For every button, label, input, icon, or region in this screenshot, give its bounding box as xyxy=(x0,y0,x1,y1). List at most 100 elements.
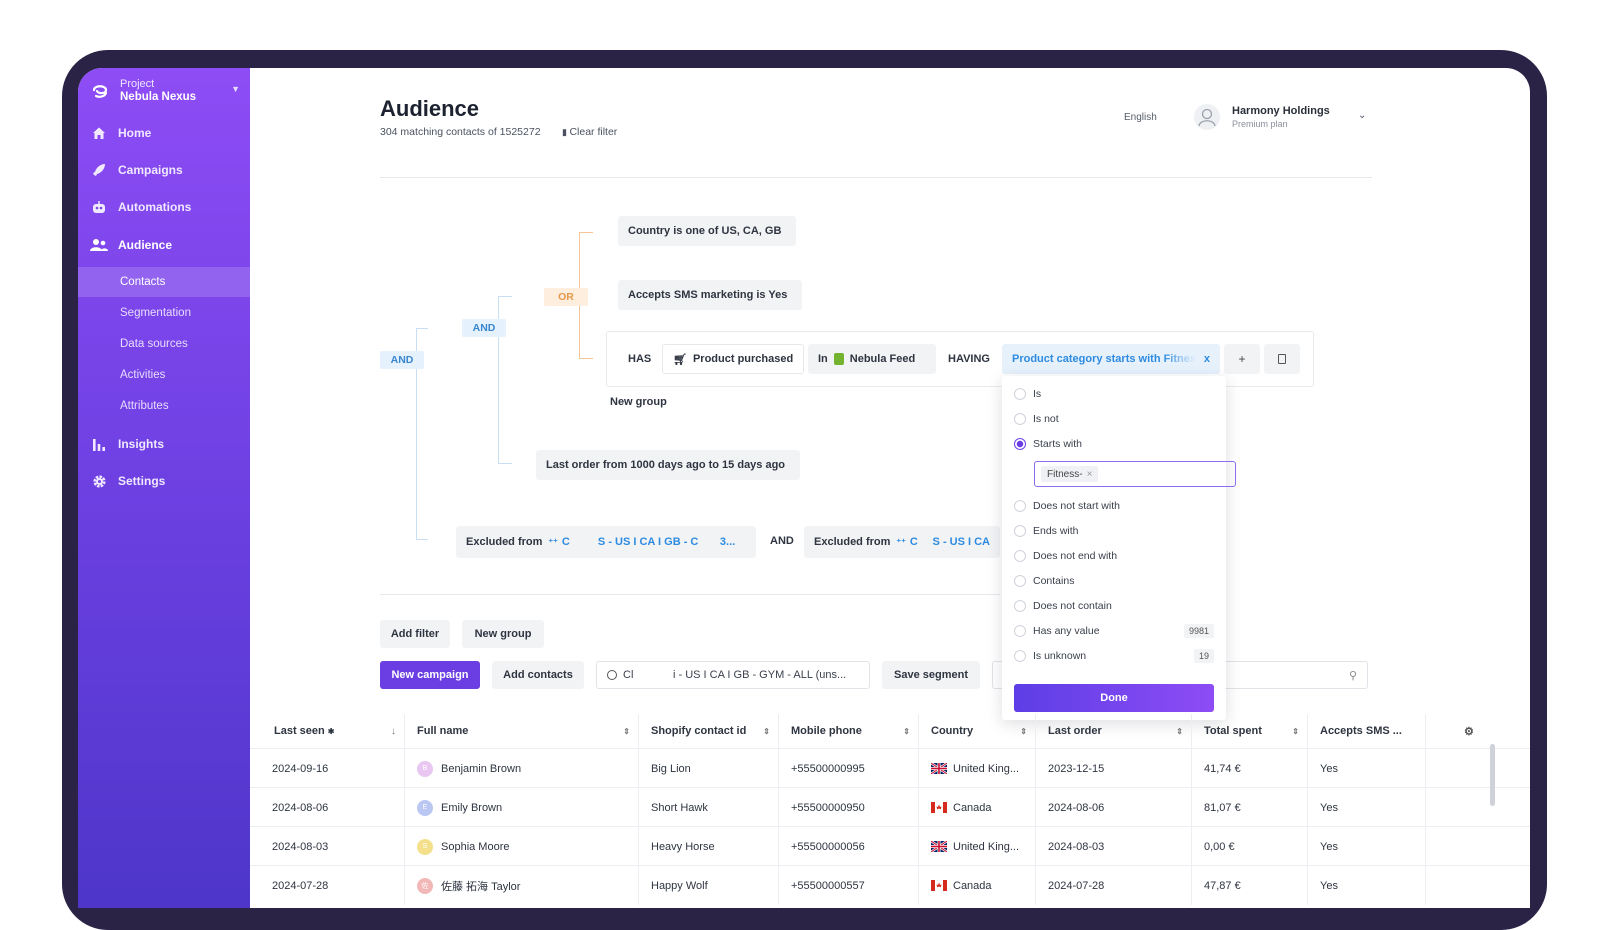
column-label: Accepts SMS ... xyxy=(1320,725,1402,737)
radio[interactable] xyxy=(1014,500,1026,512)
sort-icon[interactable]: ⇕ xyxy=(623,727,630,736)
sort-icon[interactable]: ⇕ xyxy=(1292,727,1299,736)
close-icon[interactable]: x xyxy=(1204,353,1210,365)
nav-item-settings[interactable]: Settings xyxy=(78,466,250,496)
contact-name[interactable]: Sophia Moore xyxy=(441,841,510,853)
option-has-any-value[interactable]: Has any value 9981 xyxy=(1014,621,1214,641)
column-header-shopify-id[interactable]: Shopify contact id ⇕ xyxy=(639,714,779,748)
language-selector[interactable]: English xyxy=(1124,112,1157,123)
sort-icon[interactable]: ⇕ xyxy=(1020,727,1027,736)
sort-icon[interactable]: ⇕ xyxy=(1176,727,1183,736)
table-cell-empty xyxy=(1426,788,1486,827)
radio[interactable] xyxy=(1014,525,1026,537)
new-group-button[interactable]: New group xyxy=(462,620,544,648)
chevron-down-icon[interactable]: ⌄ xyxy=(1358,110,1366,121)
option-does-not-start-with[interactable]: Does not start with xyxy=(1014,496,1214,516)
table-row[interactable]: 2024-08-06 E Emily Brown Short Hawk +5550000… xyxy=(250,787,1530,827)
starts-with-input[interactable]: Fitness- × xyxy=(1034,461,1236,487)
divider xyxy=(380,594,1000,595)
column-header-last-seen[interactable]: Last seen ✱ ↓ xyxy=(250,714,405,748)
user-avatar-icon[interactable] xyxy=(1194,104,1220,130)
contact-name[interactable]: Benjamin Brown xyxy=(441,763,521,775)
option-is[interactable]: Is xyxy=(1014,384,1214,404)
filter-country[interactable]: Country is one of US, CA, GB xyxy=(618,216,796,246)
subnav-item-data-sources[interactable]: Data sources xyxy=(78,329,250,359)
radio-selected[interactable] xyxy=(1014,438,1026,450)
excluded-segment-2[interactable]: Excluded from ⁺⁺ C S - US I CA xyxy=(804,526,1000,558)
table-row[interactable]: 2024-08-03 S Sophia Moore Heavy Horse +55500… xyxy=(250,826,1530,866)
or-operator[interactable]: OR xyxy=(544,288,588,306)
category-condition-chip[interactable]: Product category starts with Fitness x xyxy=(1002,344,1220,374)
project-switcher[interactable]: Project Nebula Nexus ▼ xyxy=(90,78,240,108)
radio[interactable] xyxy=(1014,413,1026,425)
option-contains[interactable]: Contains xyxy=(1014,571,1214,591)
product-purchased-chip[interactable]: 🛒︎ Product purchased xyxy=(662,344,804,374)
new-campaign-button[interactable]: New campaign xyxy=(380,661,480,689)
close-icon[interactable]: × xyxy=(1087,469,1093,480)
contact-name[interactable]: Emily Brown xyxy=(441,802,502,814)
add-condition-button[interactable]: + xyxy=(1224,344,1260,374)
table-row[interactable]: 2024-09-16 B Benjamin Brown Big Lion +555000… xyxy=(250,748,1530,788)
nav-item-insights[interactable]: Insights xyxy=(78,429,250,459)
option-does-not-contain[interactable]: Does not contain xyxy=(1014,596,1214,616)
nav-item-audience[interactable]: Audience xyxy=(78,230,250,260)
radio[interactable] xyxy=(1014,575,1026,587)
uk-flag-icon xyxy=(931,841,953,852)
source-chip[interactable]: In Nebula Feed xyxy=(808,344,936,374)
column-header-full-name[interactable]: Full name ⇕ xyxy=(405,714,639,748)
subnav-item-attributes[interactable]: Attributes xyxy=(78,391,250,421)
add-filter-button[interactable]: Add filter xyxy=(380,620,450,648)
new-group-inner-link[interactable]: New group xyxy=(610,396,667,408)
tree-line xyxy=(498,296,512,297)
radio[interactable] xyxy=(1014,600,1026,612)
column-header-mobile-phone[interactable]: Mobile phone ⇕ xyxy=(779,714,919,748)
table-cell-name: 佐佐藤 拓海 Taylor xyxy=(405,866,639,905)
subnav-item-segmentation[interactable]: Segmentation xyxy=(78,298,250,328)
segment-select[interactable]: Cl i - US I CA I GB - GYM - ALL (uns... xyxy=(596,661,870,689)
contact-name[interactable]: 佐藤 拓海 Taylor xyxy=(441,878,520,894)
and-operator-inner[interactable]: AND xyxy=(462,319,506,337)
sort-icon[interactable]: ⇕ xyxy=(903,727,910,736)
radio[interactable] xyxy=(1014,625,1026,637)
column-header-last-order[interactable]: Last order ⇕ xyxy=(1036,714,1192,748)
gear-icon[interactable]: ⚙ xyxy=(1464,725,1474,738)
column-settings[interactable]: ⚙ xyxy=(1426,714,1486,748)
and-operator-outer[interactable]: AND xyxy=(380,351,424,369)
has-label: HAS xyxy=(628,353,652,365)
filter-sms[interactable]: Accepts SMS marketing is Yes xyxy=(618,280,802,310)
gear-icon xyxy=(90,472,108,490)
option-is-unknown[interactable]: Is unknown 19 xyxy=(1014,646,1214,666)
table-scrollbar[interactable] xyxy=(1490,744,1495,806)
sort-icon[interactable]: ⇕ xyxy=(763,727,770,736)
option-ends-with[interactable]: Ends with xyxy=(1014,521,1214,541)
column-header-total-spent[interactable]: Total spent ⇕ xyxy=(1192,714,1308,748)
radio[interactable] xyxy=(1014,650,1026,662)
nav-item-home[interactable]: Home xyxy=(78,118,250,148)
option-is-not[interactable]: Is not xyxy=(1014,409,1214,429)
value-token[interactable]: Fitness- × xyxy=(1041,466,1099,482)
add-contacts-button[interactable]: Add contacts xyxy=(492,661,584,689)
option-does-not-end-with[interactable]: Does not end with xyxy=(1014,546,1214,566)
nav-item-automations[interactable]: Automations xyxy=(78,192,250,222)
table-cell-name: S Sophia Moore xyxy=(405,827,639,866)
subnav-item-activities[interactable]: Activities xyxy=(78,360,250,390)
filter-last-order[interactable]: Last order from 1000 days ago to 15 days… xyxy=(536,450,800,480)
radio[interactable] xyxy=(1014,550,1026,562)
subnav-item-contacts[interactable]: Contacts xyxy=(78,267,250,297)
excluded-segment-1[interactable]: Excluded from ⁺⁺ C S - US I CA I GB - C … xyxy=(456,526,756,558)
search-icon[interactable]: ⚲ xyxy=(1349,669,1357,682)
nav-item-campaigns[interactable]: Campaigns xyxy=(78,155,250,185)
delete-condition-button[interactable] xyxy=(1264,344,1300,374)
column-label: Mobile phone xyxy=(791,725,862,737)
table-row[interactable]: 2024-07-28 佐佐藤 拓海 Taylor Happy Wolf +555000… xyxy=(250,865,1530,905)
save-segment-button[interactable]: Save segment xyxy=(882,661,980,689)
column-header-country[interactable]: Country ⇕ xyxy=(919,714,1036,748)
sort-desc-icon[interactable]: ↓ xyxy=(391,726,396,737)
project-label: Project xyxy=(120,78,155,90)
clear-filter-link[interactable]: ▮ Clear filter xyxy=(562,126,617,138)
radio[interactable] xyxy=(1014,388,1026,400)
column-header-accepts-sms[interactable]: Accepts SMS ... xyxy=(1308,714,1426,748)
done-button[interactable]: Done xyxy=(1014,684,1214,712)
tree-line xyxy=(579,358,593,359)
option-starts-with[interactable]: Starts with xyxy=(1014,434,1214,454)
